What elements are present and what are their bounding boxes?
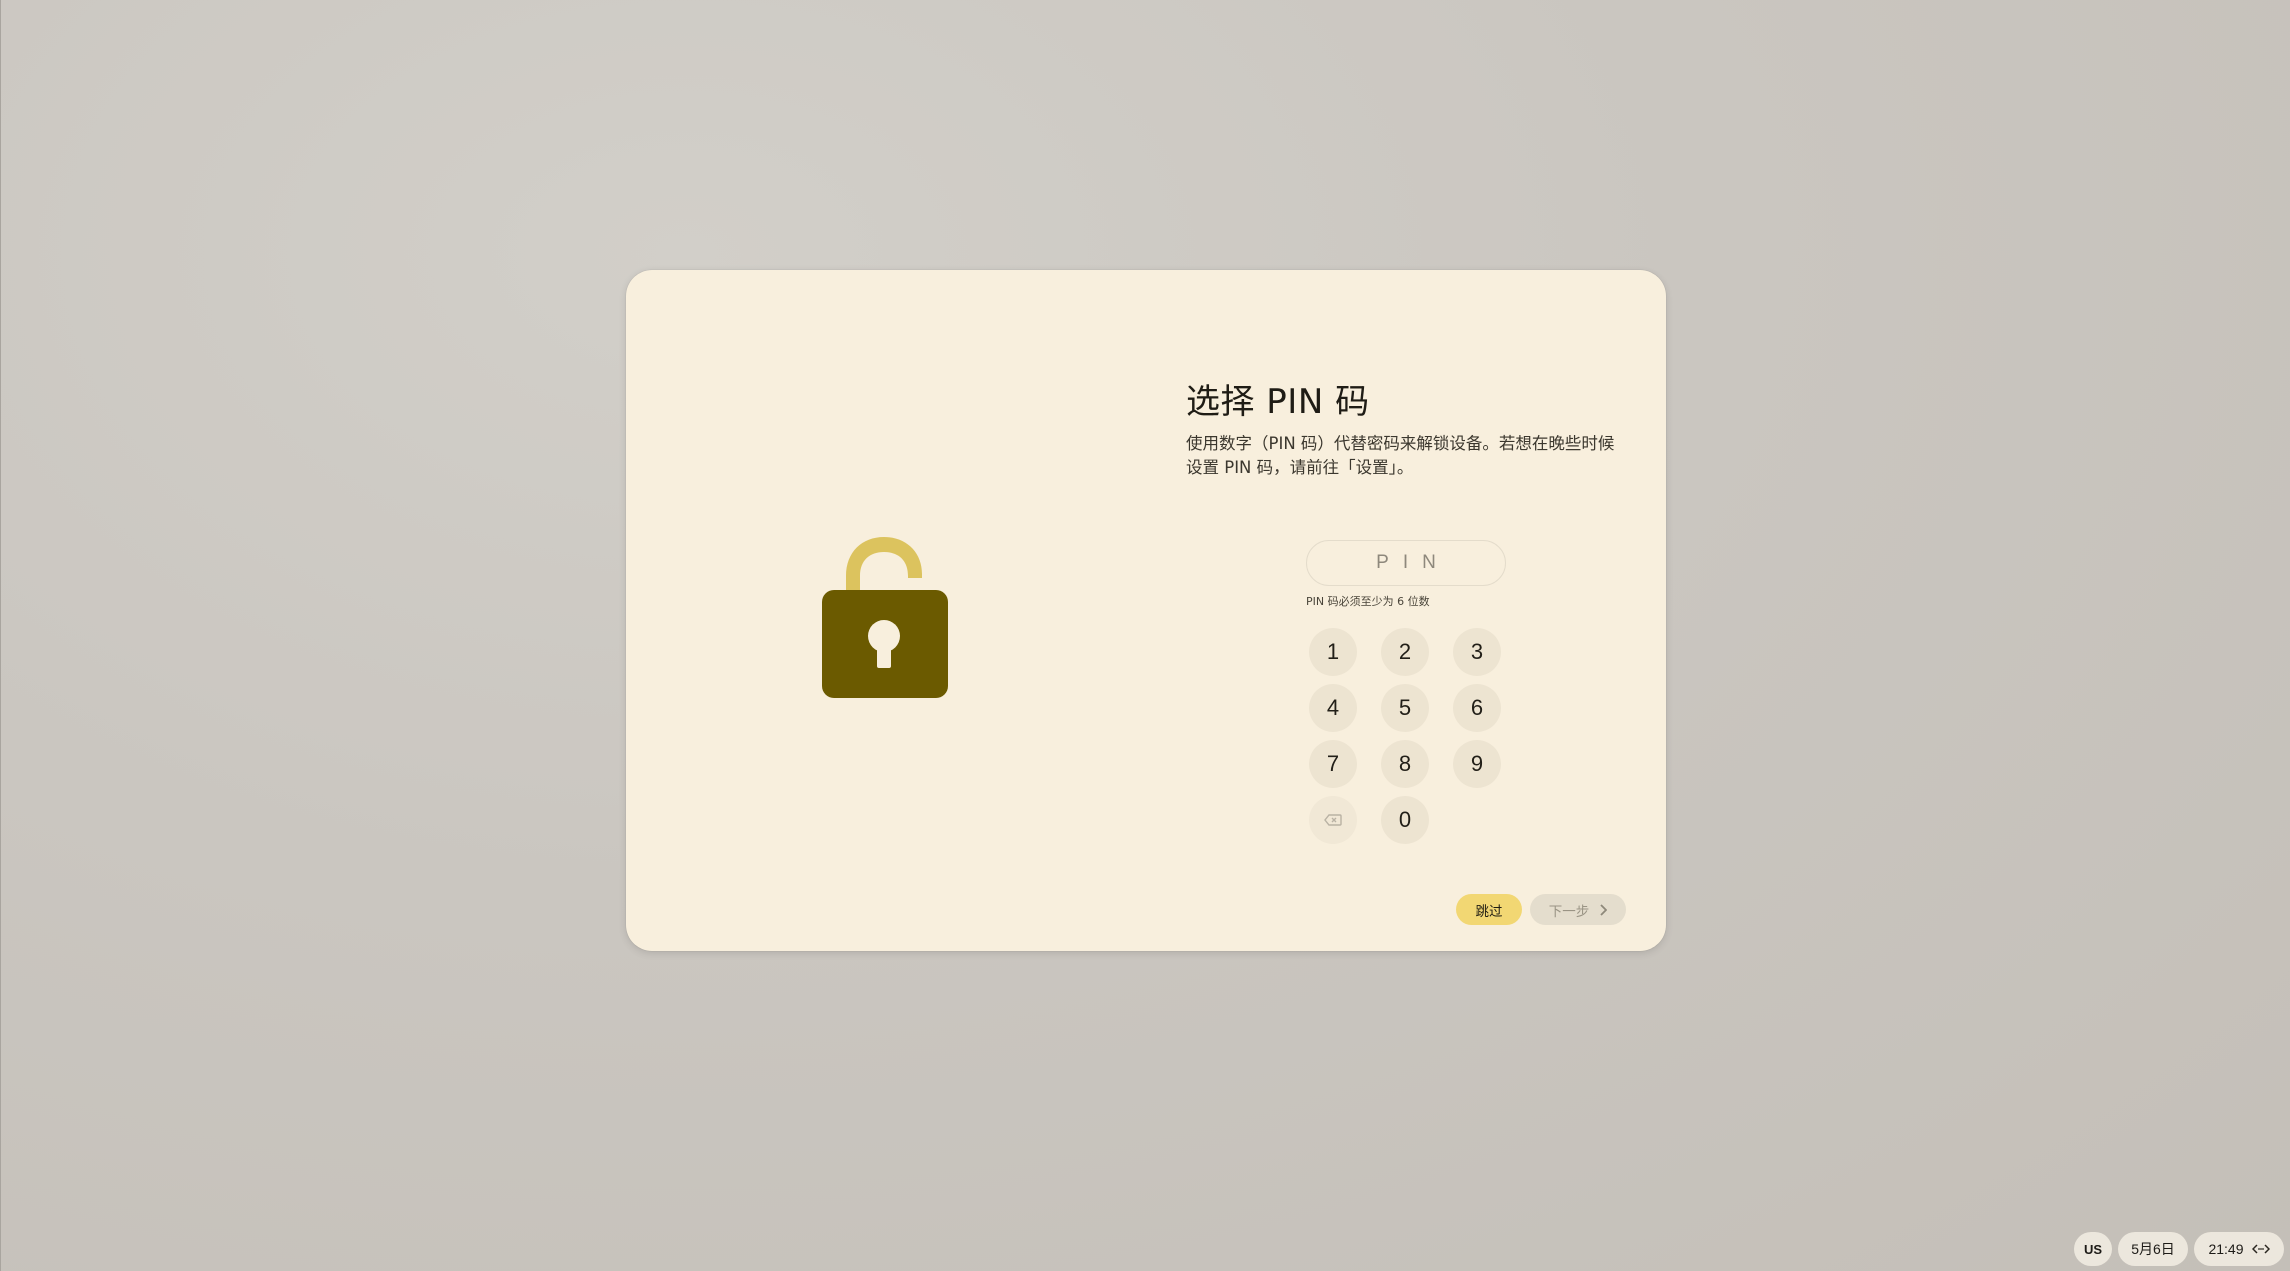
screen-edge bbox=[0, 0, 1, 1271]
next-button-label: 下一步 bbox=[1548, 903, 1590, 920]
key-1[interactable]: 1 bbox=[1309, 628, 1357, 676]
network-code-icon bbox=[2251, 1244, 2270, 1254]
key-4[interactable]: 4 bbox=[1309, 684, 1357, 732]
key-3[interactable]: 3 bbox=[1453, 628, 1501, 676]
key-7[interactable]: 7 bbox=[1309, 740, 1357, 788]
status-area[interactable]: 21:49 bbox=[2194, 1232, 2284, 1266]
clock: 21:49 bbox=[2208, 1241, 2244, 1257]
next-button[interactable]: 下一步 bbox=[1530, 894, 1626, 925]
key-9[interactable]: 9 bbox=[1453, 740, 1501, 788]
input-method-indicator[interactable]: US bbox=[2074, 1232, 2112, 1266]
key-6[interactable]: 6 bbox=[1453, 684, 1501, 732]
unlocked-padlock-icon bbox=[822, 537, 948, 698]
pin-setup-dialog: 选择 PIN 码 使用数字（PIN 码）代替密码来解锁设备。若想在晚些时候设置 … bbox=[626, 270, 1666, 951]
dialog-title: 选择 PIN 码 bbox=[1186, 382, 1370, 422]
dialog-description: 使用数字（PIN 码）代替密码来解锁设备。若想在晚些时候设置 PIN 码，请前往… bbox=[1186, 434, 1615, 477]
pin-keypad: 1 2 3 4 5 6 7 8 9 0 bbox=[1309, 628, 1503, 844]
key-2[interactable]: 2 bbox=[1381, 628, 1429, 676]
pin-input[interactable]: PIN bbox=[1306, 540, 1506, 586]
backspace-icon bbox=[1324, 814, 1342, 826]
key-0[interactable]: 0 bbox=[1381, 796, 1429, 844]
date-indicator[interactable]: 5月6日 bbox=[2118, 1232, 2188, 1266]
backspace-button[interactable] bbox=[1309, 796, 1357, 844]
key-5[interactable]: 5 bbox=[1381, 684, 1429, 732]
skip-button[interactable]: 跳过 bbox=[1456, 894, 1522, 925]
pin-hint: PIN 码必须至少为 6 位数 bbox=[1306, 595, 1430, 608]
key-8[interactable]: 8 bbox=[1381, 740, 1429, 788]
chevron-right-icon bbox=[1600, 903, 1608, 916]
